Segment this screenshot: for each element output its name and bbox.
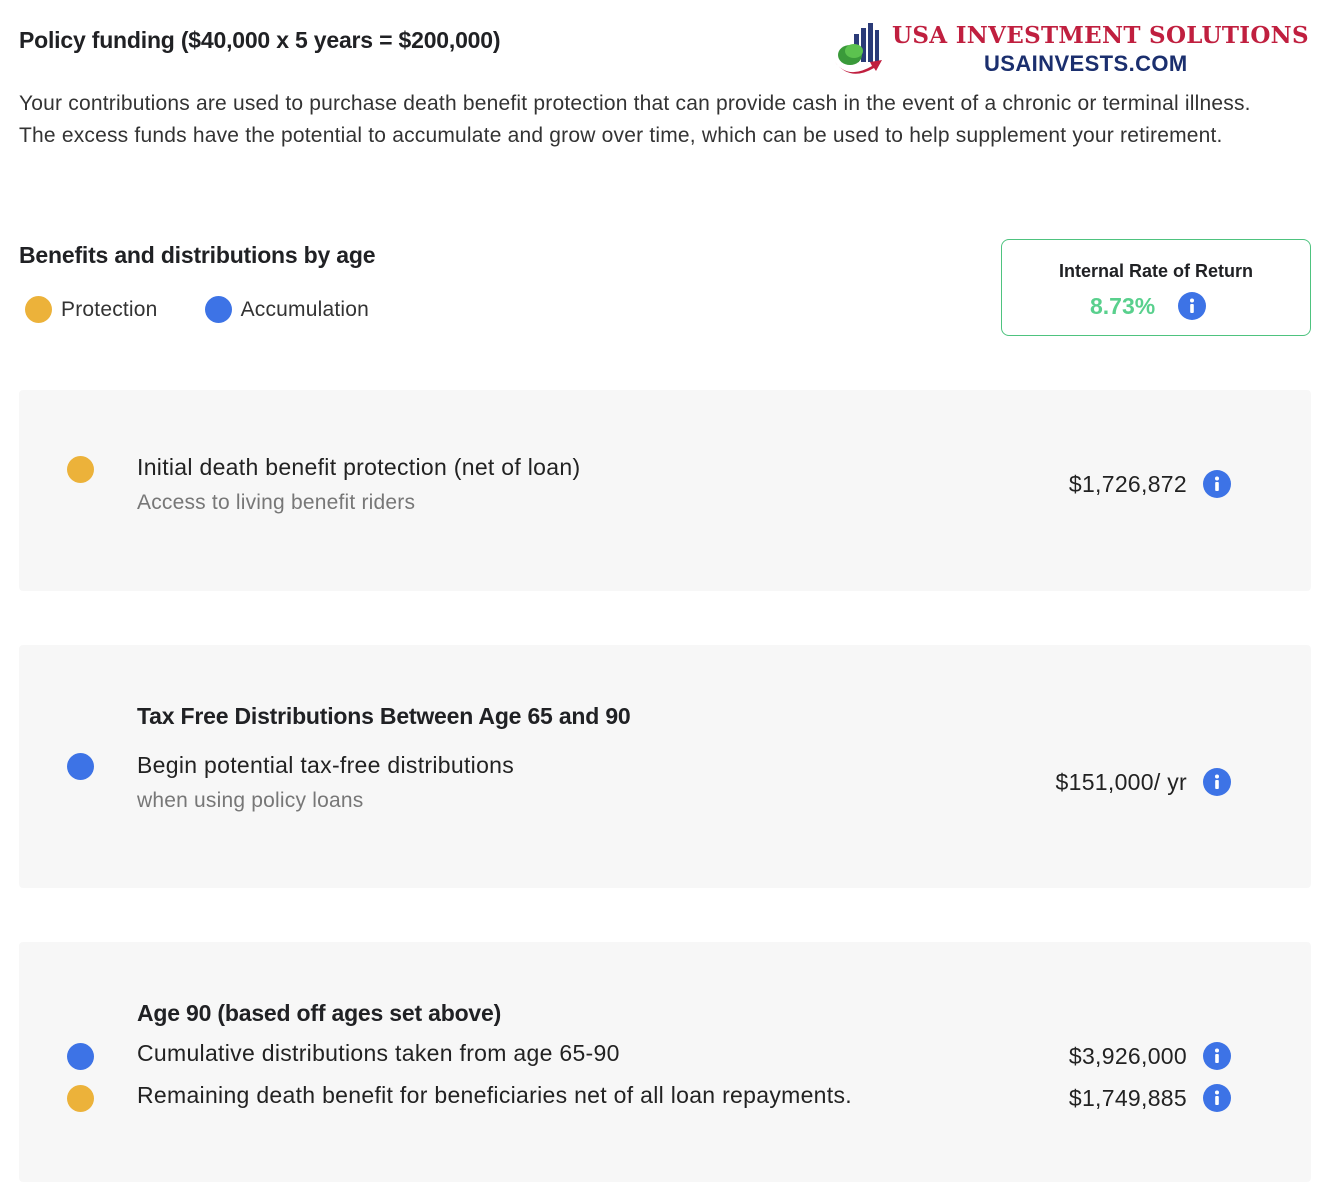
card-sub-text: Access to living benefit riders bbox=[137, 491, 416, 514]
info-icon[interactable] bbox=[1203, 1042, 1231, 1070]
intro-paragraph: Your contributions are used to purchase … bbox=[19, 92, 1251, 147]
amount-value: $1,749,885 bbox=[1068, 1084, 1187, 1111]
chart-arrow-logo-icon bbox=[830, 20, 890, 80]
brand-logo[interactable]: USA INVESTMENT SOLUTIONS USAINVESTS.COM bbox=[830, 20, 1309, 80]
amount-row: $1,726,872 bbox=[1069, 470, 1231, 498]
amount-value: $151,000/ yr bbox=[1055, 768, 1187, 795]
protection-dot-icon bbox=[67, 1085, 94, 1112]
irr-label: Internal Rate of Return bbox=[1058, 261, 1254, 281]
logo-website: USAINVESTS.COM bbox=[984, 51, 1188, 76]
protection-dot-icon bbox=[67, 456, 94, 483]
info-icon[interactable] bbox=[1203, 470, 1231, 498]
amount-value: $3,926,000 bbox=[1068, 1042, 1187, 1069]
age-90-card: Age 90 (based off ages set above) Cumula… bbox=[19, 942, 1311, 1182]
accumulation-dot-icon bbox=[204, 296, 232, 323]
irr-value: 8.73% bbox=[1090, 292, 1156, 319]
amount-row: $1,749,885 bbox=[1069, 1084, 1231, 1112]
accumulation-dot-icon bbox=[67, 1043, 94, 1070]
info-icon[interactable] bbox=[1203, 768, 1231, 796]
amount-value: $1,726,872 bbox=[1068, 470, 1187, 497]
legend: Protection Accumulation bbox=[25, 296, 416, 323]
amount-row: $151,000/ yr bbox=[1056, 768, 1231, 796]
legend-label: Protection bbox=[61, 297, 158, 321]
initial-death-benefit-card: Initial death benefit protection (net of… bbox=[19, 390, 1311, 591]
irr-card: Internal Rate of Return 8.73% bbox=[1001, 239, 1311, 336]
card-sub-text: when using policy loans bbox=[137, 789, 364, 812]
card-row-text: Remaining death benefit for beneficiarie… bbox=[137, 1082, 852, 1108]
logo-company-name: USA INVESTMENT SOLUTIONS bbox=[892, 22, 1309, 49]
legend-item-protection: Protection bbox=[25, 296, 158, 323]
accumulation-dot-icon bbox=[67, 753, 94, 780]
card-heading: Age 90 (based off ages set above) bbox=[137, 1000, 502, 1026]
tax-free-distributions-card: Tax Free Distributions Between Age 65 an… bbox=[19, 645, 1311, 888]
page-title: Policy funding ($40,000 x 5 years = $200… bbox=[19, 27, 501, 53]
info-icon[interactable] bbox=[1203, 1084, 1231, 1112]
card-heading: Tax Free Distributions Between Age 65 an… bbox=[137, 703, 631, 729]
card-row-text: Cumulative distributions taken from age … bbox=[137, 1040, 620, 1066]
info-icon[interactable] bbox=[1178, 292, 1207, 320]
irr-value-row: 8.73% bbox=[1090, 292, 1207, 320]
protection-dot-icon bbox=[25, 296, 52, 323]
section-title: Benefits and distributions by age bbox=[19, 242, 376, 268]
legend-item-accumulation: Accumulation bbox=[204, 296, 370, 323]
card-main-text: Initial death benefit protection (net of… bbox=[137, 454, 581, 480]
legend-label: Accumulation bbox=[240, 297, 370, 321]
card-main-text: Begin potential tax-free distributions bbox=[137, 752, 515, 778]
amount-row: $3,926,000 bbox=[1069, 1042, 1231, 1070]
